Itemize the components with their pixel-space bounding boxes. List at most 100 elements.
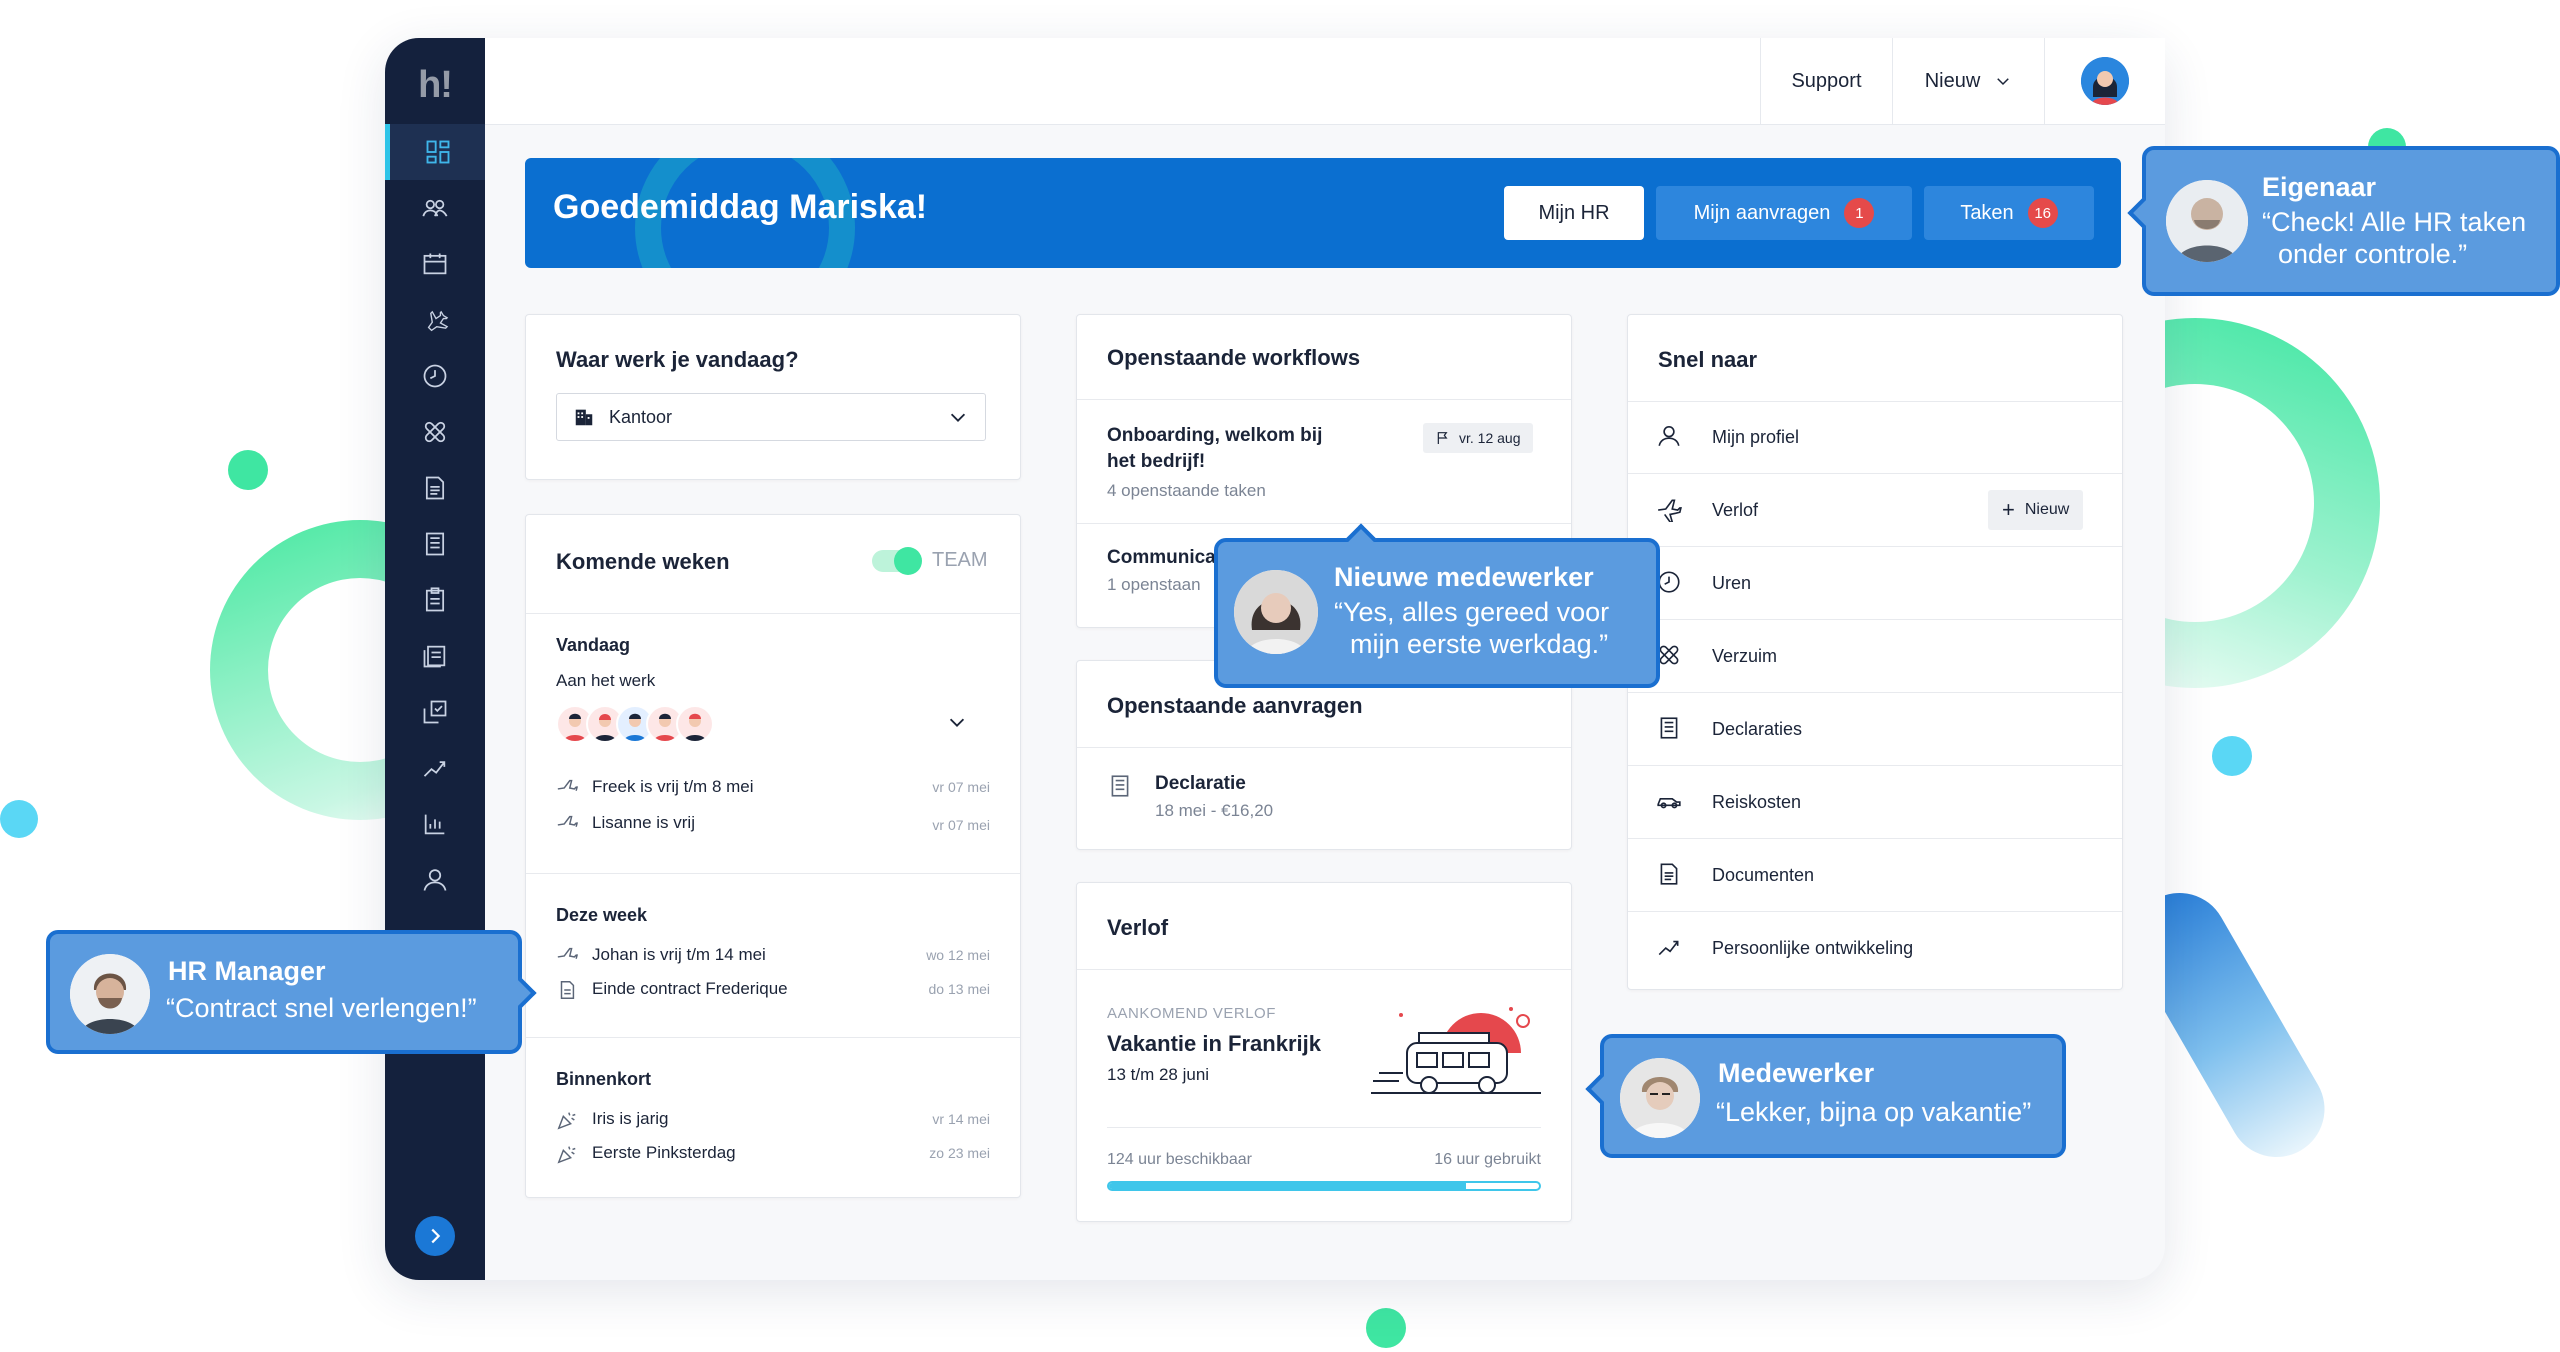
- quick-link-documents[interactable]: Documenten: [1628, 839, 2122, 912]
- nieuw-dropdown[interactable]: Nieuw: [1892, 38, 2044, 124]
- chevron-down-icon[interactable]: [946, 711, 968, 733]
- nav-profile[interactable]: [385, 852, 485, 908]
- list-item-text: Einde contract Frederique: [592, 979, 788, 998]
- quick-link-label: Uren: [1712, 573, 1752, 593]
- nav-reports[interactable]: [385, 796, 485, 852]
- avatar: [1234, 570, 1318, 654]
- nav-calendar[interactable]: [385, 236, 485, 292]
- team-toggle[interactable]: TEAM: [872, 546, 988, 575]
- new-leave-button[interactable]: + Nieuw: [1988, 490, 2084, 530]
- list-item-date: vr 07 mei: [932, 817, 990, 833]
- quick-link-profile[interactable]: Mijn profiel: [1628, 401, 2122, 474]
- nav-payslips[interactable]: [385, 628, 485, 684]
- leave-trip: Vakantie in Frankrijk: [1107, 1031, 1321, 1056]
- quick-link-travel[interactable]: Reiskosten: [1628, 766, 2122, 839]
- quick-link-leave[interactable]: Verlof + Nieuw: [1628, 474, 2122, 547]
- workplace-card: Waar werk je vandaag? Kantoor: [525, 314, 1021, 480]
- user-icon: [423, 869, 447, 891]
- divider: [1077, 969, 1571, 970]
- plane-icon: [557, 779, 578, 791]
- nav-growth[interactable]: [385, 740, 485, 796]
- list-item-date: wo 12 mei: [926, 947, 990, 963]
- bubble-quote: mijn eerste werkdag.”: [1350, 629, 1609, 659]
- avatar-group[interactable]: [556, 705, 714, 743]
- request-title: Declaratie: [1155, 773, 1246, 794]
- list-item-date: vr 07 mei: [932, 779, 990, 795]
- mijn-hr-button[interactable]: Mijn HR: [1504, 186, 1644, 240]
- nav-documents[interactable]: [385, 460, 485, 516]
- nav-leave[interactable]: [385, 292, 485, 348]
- quick-link-development[interactable]: Persoonlijke ontwikkeling: [1628, 912, 2122, 984]
- bubble-hr-manager: HR Manager “Contract snel verlengen!”: [46, 930, 537, 1054]
- section-heading: Vandaag: [556, 635, 631, 655]
- nav-absence[interactable]: [385, 404, 485, 460]
- bubble-new-employee: Nieuwe medewerker “Yes, alles gereed voo…: [1214, 523, 1660, 688]
- quick-link-label: Mijn profiel: [1712, 427, 1800, 447]
- bubble-quote: “Contract snel verlengen!”: [166, 993, 477, 1023]
- mijn-aanvragen-label: Mijn aanvragen: [1693, 201, 1831, 224]
- logo: h!: [418, 64, 453, 106]
- divider: [1107, 1127, 1541, 1128]
- nav-team[interactable]: [385, 180, 485, 236]
- plane-icon: [557, 815, 578, 827]
- plane-icon: [1658, 499, 1682, 522]
- growth-icon: [423, 761, 446, 777]
- quick-link-label: Verzuim: [1712, 646, 1778, 666]
- leave-card: Verlof AANKOMEND VERLOF Vakantie in Fran…: [1076, 882, 1572, 1222]
- welcome-banner: Goedemiddag Mariska! Mijn HR Mijn aanvra…: [525, 158, 2121, 268]
- nav-expenses[interactable]: [385, 516, 485, 572]
- quick-link-absence[interactable]: Verzuim: [1628, 620, 2122, 693]
- list-item-text: Freek is vrij t/m 8 mei: [592, 777, 754, 796]
- bubble-owner: Eigenaar “Check! Alle HR taken onder con…: [2127, 146, 2560, 296]
- greeting: Goedemiddag Mariska!: [553, 188, 928, 226]
- bubble-employee: Medewerker “Lekker, bijna op vakantie”: [1585, 1034, 2066, 1158]
- divider: [526, 1037, 1020, 1038]
- request-item[interactable]: Declaratie 18 mei - €16,20: [1077, 747, 1571, 847]
- dashboard-icon: [426, 140, 449, 164]
- sidebar-expand-button[interactable]: [415, 1216, 455, 1256]
- upcoming-card: Komende weken TEAM Vandaag Aan het werk …: [525, 514, 1021, 1198]
- toggle-track: [872, 546, 922, 575]
- due-date-tag: vr. 12 aug: [1423, 423, 1533, 453]
- bubble-name: Medewerker: [1718, 1058, 1875, 1088]
- quick-link-label: Persoonlijke ontwikkeling: [1712, 938, 1914, 958]
- nav-tasks[interactable]: [385, 572, 485, 628]
- nav-hours[interactable]: [385, 348, 485, 404]
- list-item-date: vr 14 mei: [932, 1111, 990, 1127]
- workflow-title: Onboarding, welkom bij: [1107, 425, 1323, 446]
- taken-button[interactable]: Taken 16: [1924, 186, 2094, 240]
- chart-icon: [424, 814, 445, 835]
- growth-icon: [1658, 940, 1679, 956]
- nav-dashboard[interactable]: [385, 124, 485, 180]
- bubble-quote: “Lekker, bijna op vakantie”: [1716, 1097, 2032, 1127]
- user-icon: [1658, 425, 1680, 446]
- nav-workflows[interactable]: [385, 684, 485, 740]
- upcoming-title: Komende weken: [556, 549, 730, 574]
- checklist-icon: [423, 700, 447, 724]
- decor-dot: [1366, 1308, 1406, 1348]
- user-menu[interactable]: [2044, 38, 2165, 124]
- building-icon: [575, 409, 593, 426]
- flag-icon: [1437, 432, 1448, 444]
- taken-label: Taken: [1960, 201, 2014, 224]
- document-icon: [1660, 863, 1678, 885]
- toggle-label: TEAM: [932, 549, 988, 571]
- support-button[interactable]: Support: [1760, 38, 1892, 124]
- workflow-item[interactable]: Onboarding, welkom bij het bedrijf! 4 op…: [1077, 399, 1571, 523]
- bandage-icon: [424, 421, 446, 443]
- van-illustration: [1371, 1007, 1541, 1094]
- document-icon: [425, 476, 445, 500]
- receipt-icon: [1660, 717, 1678, 739]
- decor-dot: [0, 800, 38, 838]
- mijn-aanvragen-button[interactable]: Mijn aanvragen 1: [1656, 186, 1912, 240]
- list-item-date: do 13 mei: [928, 981, 990, 997]
- workplace-select[interactable]: Kantoor: [556, 393, 986, 441]
- receipt-icon: [1111, 775, 1129, 797]
- list-item-text: Johan is vrij t/m 14 mei: [592, 945, 766, 964]
- payslip-icon: [423, 645, 446, 668]
- quick-link-hours[interactable]: Uren: [1628, 547, 2122, 620]
- quick-links-title: Snel naar: [1658, 347, 1758, 372]
- chevron-down-icon: [950, 413, 966, 422]
- toggle-knob: [894, 546, 922, 575]
- quick-link-expenses[interactable]: Declaraties: [1628, 693, 2122, 766]
